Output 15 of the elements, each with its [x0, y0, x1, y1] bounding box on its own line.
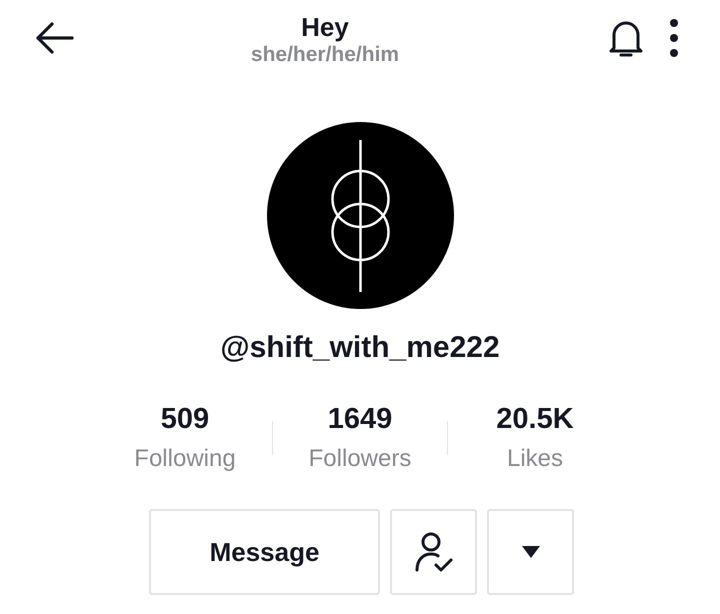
profile-title: Hey	[301, 12, 349, 42]
stat-label: Followers	[308, 444, 412, 474]
stat-label: Following	[134, 444, 236, 474]
pronouns: she/her/he/him	[250, 42, 400, 68]
following-button[interactable]	[390, 509, 477, 595]
stat-value: 509	[160, 402, 210, 436]
stat-value: 1649	[328, 402, 392, 436]
more-options-icon[interactable]	[669, 18, 679, 58]
stat-label: Likes	[506, 444, 564, 474]
person-check-icon	[414, 531, 454, 573]
caret-icon	[522, 546, 540, 558]
message-button[interactable]: Message	[149, 509, 380, 595]
stat-value: 20.5K	[496, 402, 574, 436]
back-icon[interactable]	[34, 21, 74, 55]
username: @shift_with_me222	[220, 330, 500, 366]
